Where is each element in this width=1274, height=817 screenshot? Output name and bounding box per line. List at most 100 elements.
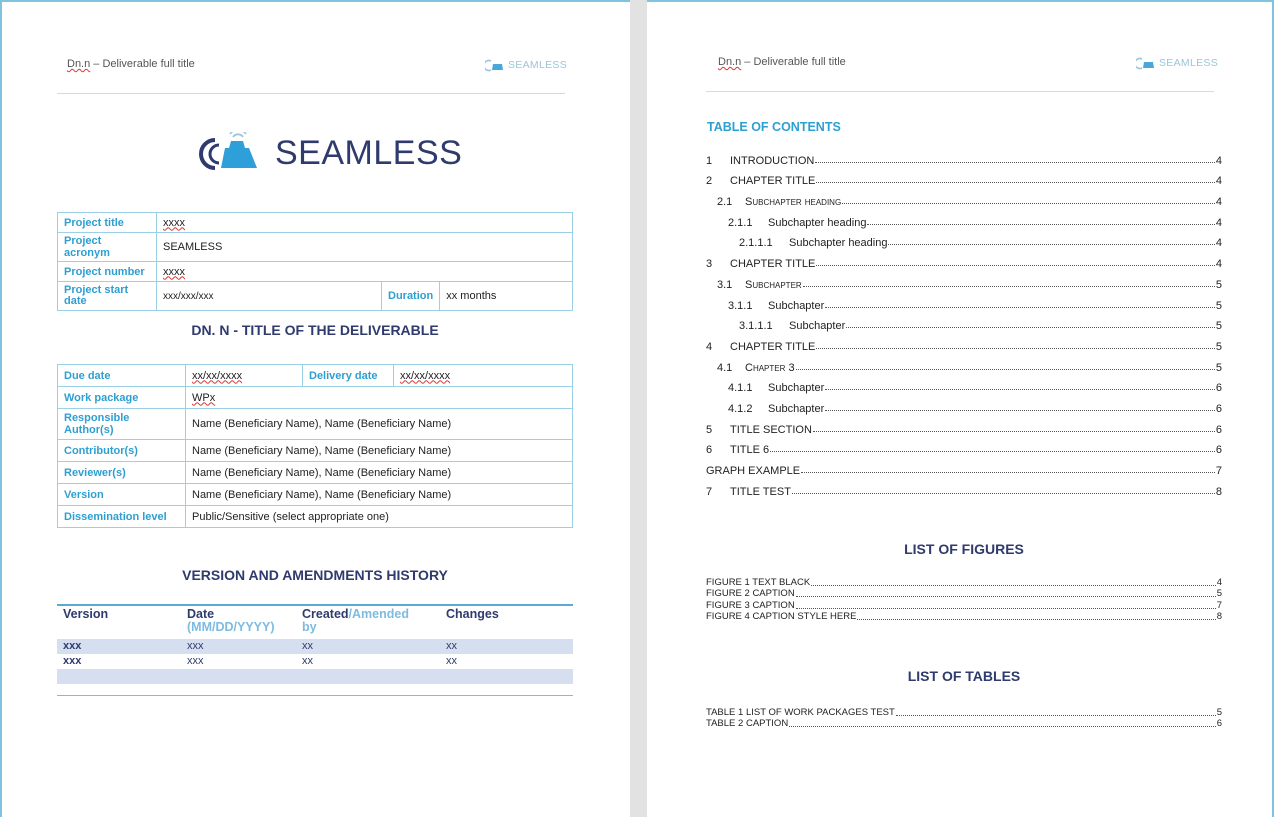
entry-text: FIGURE 2 CAPTION [706,588,795,600]
reviewers-value: Name (Beneficiary Name), Name (Beneficia… [185,461,573,484]
toc-leader-dots [888,244,1215,246]
toc-entry-page: 8 [1215,485,1222,498]
toc-entry-number: 2 [706,175,713,188]
page-header-title: Dn.n – Deliverable full title [67,58,195,70]
toc-entry[interactable]: 1 INTRODUCTION 4 [706,146,1222,167]
toc-entry-text: TITLE TEST [730,485,791,498]
toc-entry[interactable]: 3.1.1.1 Subchapter 5 [706,312,1222,333]
toc-leader-dots [842,203,1215,205]
toc-entry-page: 4 [1215,196,1222,209]
leader-dots [795,596,1216,598]
toc-entry[interactable]: 2.1.1 Subchapter heading 4 [706,208,1222,229]
toc-entry-number: 4.1 [717,361,733,374]
history-date-label: Date [187,607,215,621]
table-row: xxx xxx xx xx [57,639,573,654]
toc-entry-text: Subchapter [768,299,825,312]
toc-entry-page: 4 [1215,258,1222,271]
toc-entry-page: 5 [1215,299,1222,312]
table-entry[interactable]: TABLE 2 CAPTION 6 [706,718,1222,729]
header-rule [57,93,565,94]
delivery-date-value: xx/xx/xxxx [393,364,573,387]
table-row: Responsible Author(s) Name (Beneficiary … [57,408,573,440]
leader-dots [895,715,1216,717]
leader-dots [789,726,1216,728]
table-row: Project title xxxx [57,212,573,233]
toc-entry-text: Subchapter heading [745,196,842,209]
toc-entry-number: 3.1.1.1 [739,320,773,333]
toc-entry-text: Subchapter [745,278,802,291]
toc-entry-number: 7 [706,485,713,498]
delivery-date-label: Delivery date [302,364,394,387]
toc-entry[interactable]: 4.1 Chapter 3 5 [706,353,1222,374]
toc-entry[interactable]: 2 CHAPTER TITLE 4 [706,167,1222,188]
due-date-label: Due date [57,364,186,387]
project-title-label: Project title [57,212,157,233]
toc-entry[interactable]: 4.1.2 Subchapter 6 [706,394,1222,415]
project-number-value: xxxx [156,261,573,282]
table-row: Reviewer(s) Name (Beneficiary Name), Nam… [57,461,573,484]
toc-entry-number: 4.1.2 [728,402,753,415]
toc-entry[interactable]: 2.1.1.1 Subchapter heading 4 [706,229,1222,250]
project-start-value: xxx/xxx/xxx [156,281,382,311]
toc-leader-dots [815,161,1215,163]
tables-heading: LIST OF TABLES [907,668,1021,684]
history-created-cell: xx [302,655,313,667]
toc-entry-page: 5 [1215,278,1222,291]
entry-page: 4 [1216,577,1222,589]
project-acronym-label: Project acronym [57,232,157,262]
toc-entry[interactable]: 7 TITLE TEST 8 [706,477,1222,498]
toc-entry-number: 2.1.1.1 [739,237,773,250]
toc-entry-page: 6 [1215,444,1222,457]
deliverable-code: Dn.n [718,56,742,68]
toc-entry[interactable]: 4.1.1 Subchapter 6 [706,374,1222,394]
figure-entry[interactable]: FIGURE 2 CAPTION 5 [706,588,1222,599]
toc-entry[interactable]: GRAPH EXAMPLE 7 [706,456,1222,477]
version-value: Name (Beneficiary Name), Name (Beneficia… [185,483,573,506]
cover-page: Dn.n – Deliverable full title SEAMLESS S… [0,0,630,817]
duration-value: xx months [439,281,573,311]
contributors-label: Contributor(s) [57,439,186,462]
toc-entry-number: 2.1 [717,196,733,209]
table-entry[interactable]: TABLE 1 LIST OF WORK PACKAGES TEST 5 [706,707,1222,718]
table-row: Project acronym SEAMLESS [57,232,573,262]
leader-dots [811,585,1216,587]
history-header-row: Version Date (MM/DD/YYYY) Created/Amended… [57,604,573,639]
history-version-cell: xxx [63,640,82,652]
toc-leader-dots [795,368,1215,370]
toc-entry[interactable]: 3.1.1 Subchapter 5 [706,291,1222,312]
history-empty-row [57,669,573,684]
toc-entry[interactable]: 5 TITLE SECTION 6 [706,415,1222,436]
duration-label: Duration [380,281,441,311]
toc-entry-page: 5 [1215,320,1222,333]
figure-entry[interactable]: FIGURE 4 CAPTION STYLE HERE 8 [706,611,1222,622]
toc-entry[interactable]: 4 CHAPTER TITLE 5 [706,332,1222,353]
history-title: VERSION AND AMENDMENTS HISTORY [182,567,448,583]
toc-leader-dots [816,265,1215,267]
toc-entry-page: 4 [1215,216,1222,229]
toc-entry-number: 4 [706,340,713,353]
table-row: Dissemination level Public/Sensitive (se… [57,505,573,528]
toc-entry-page: 4 [1215,154,1222,167]
project-acronym-value: SEAMLESS [156,232,573,262]
history-by-label: by [302,620,317,634]
page-header-title: Dn.n – Deliverable full title [718,56,846,68]
toc-entry-number: 3.1 [717,278,733,291]
figure-entry[interactable]: FIGURE 3 CAPTION 7 [706,599,1222,611]
toc-entry[interactable]: 2.1 Subchapter heading 4 [706,187,1222,208]
toc-entry[interactable]: 6 TITLE 6 6 [706,436,1222,457]
toc-entry[interactable]: 3.1 Subchapter 5 [706,270,1222,291]
deliverable-code: Dn.n [67,58,91,70]
toc-leader-dots [812,430,1215,432]
history-date-header: Date (MM/DD/YYYY) [187,608,302,639]
entry-page: 7 [1216,599,1222,611]
deliverable-title: DN. N - TITLE OF THE DELIVERABLE [191,322,439,338]
reviewers-label: Reviewer(s) [57,461,186,484]
history-date-format: (MM/DD/YYYY) [187,620,275,634]
toc-entry-page: 6 [1215,423,1222,436]
header-logo: SEAMLESS [485,58,567,72]
figure-entry[interactable]: FIGURE 1 TEXT BLACK 4 [706,577,1222,588]
history-table: Version Date (MM/DD/YYYY) Created/Amended… [57,604,573,684]
toc-leader-dots [816,347,1215,349]
toc-entry[interactable]: 3 CHAPTER TITLE 4 [706,249,1222,270]
toc-entry-text: Subchapter [789,320,846,333]
